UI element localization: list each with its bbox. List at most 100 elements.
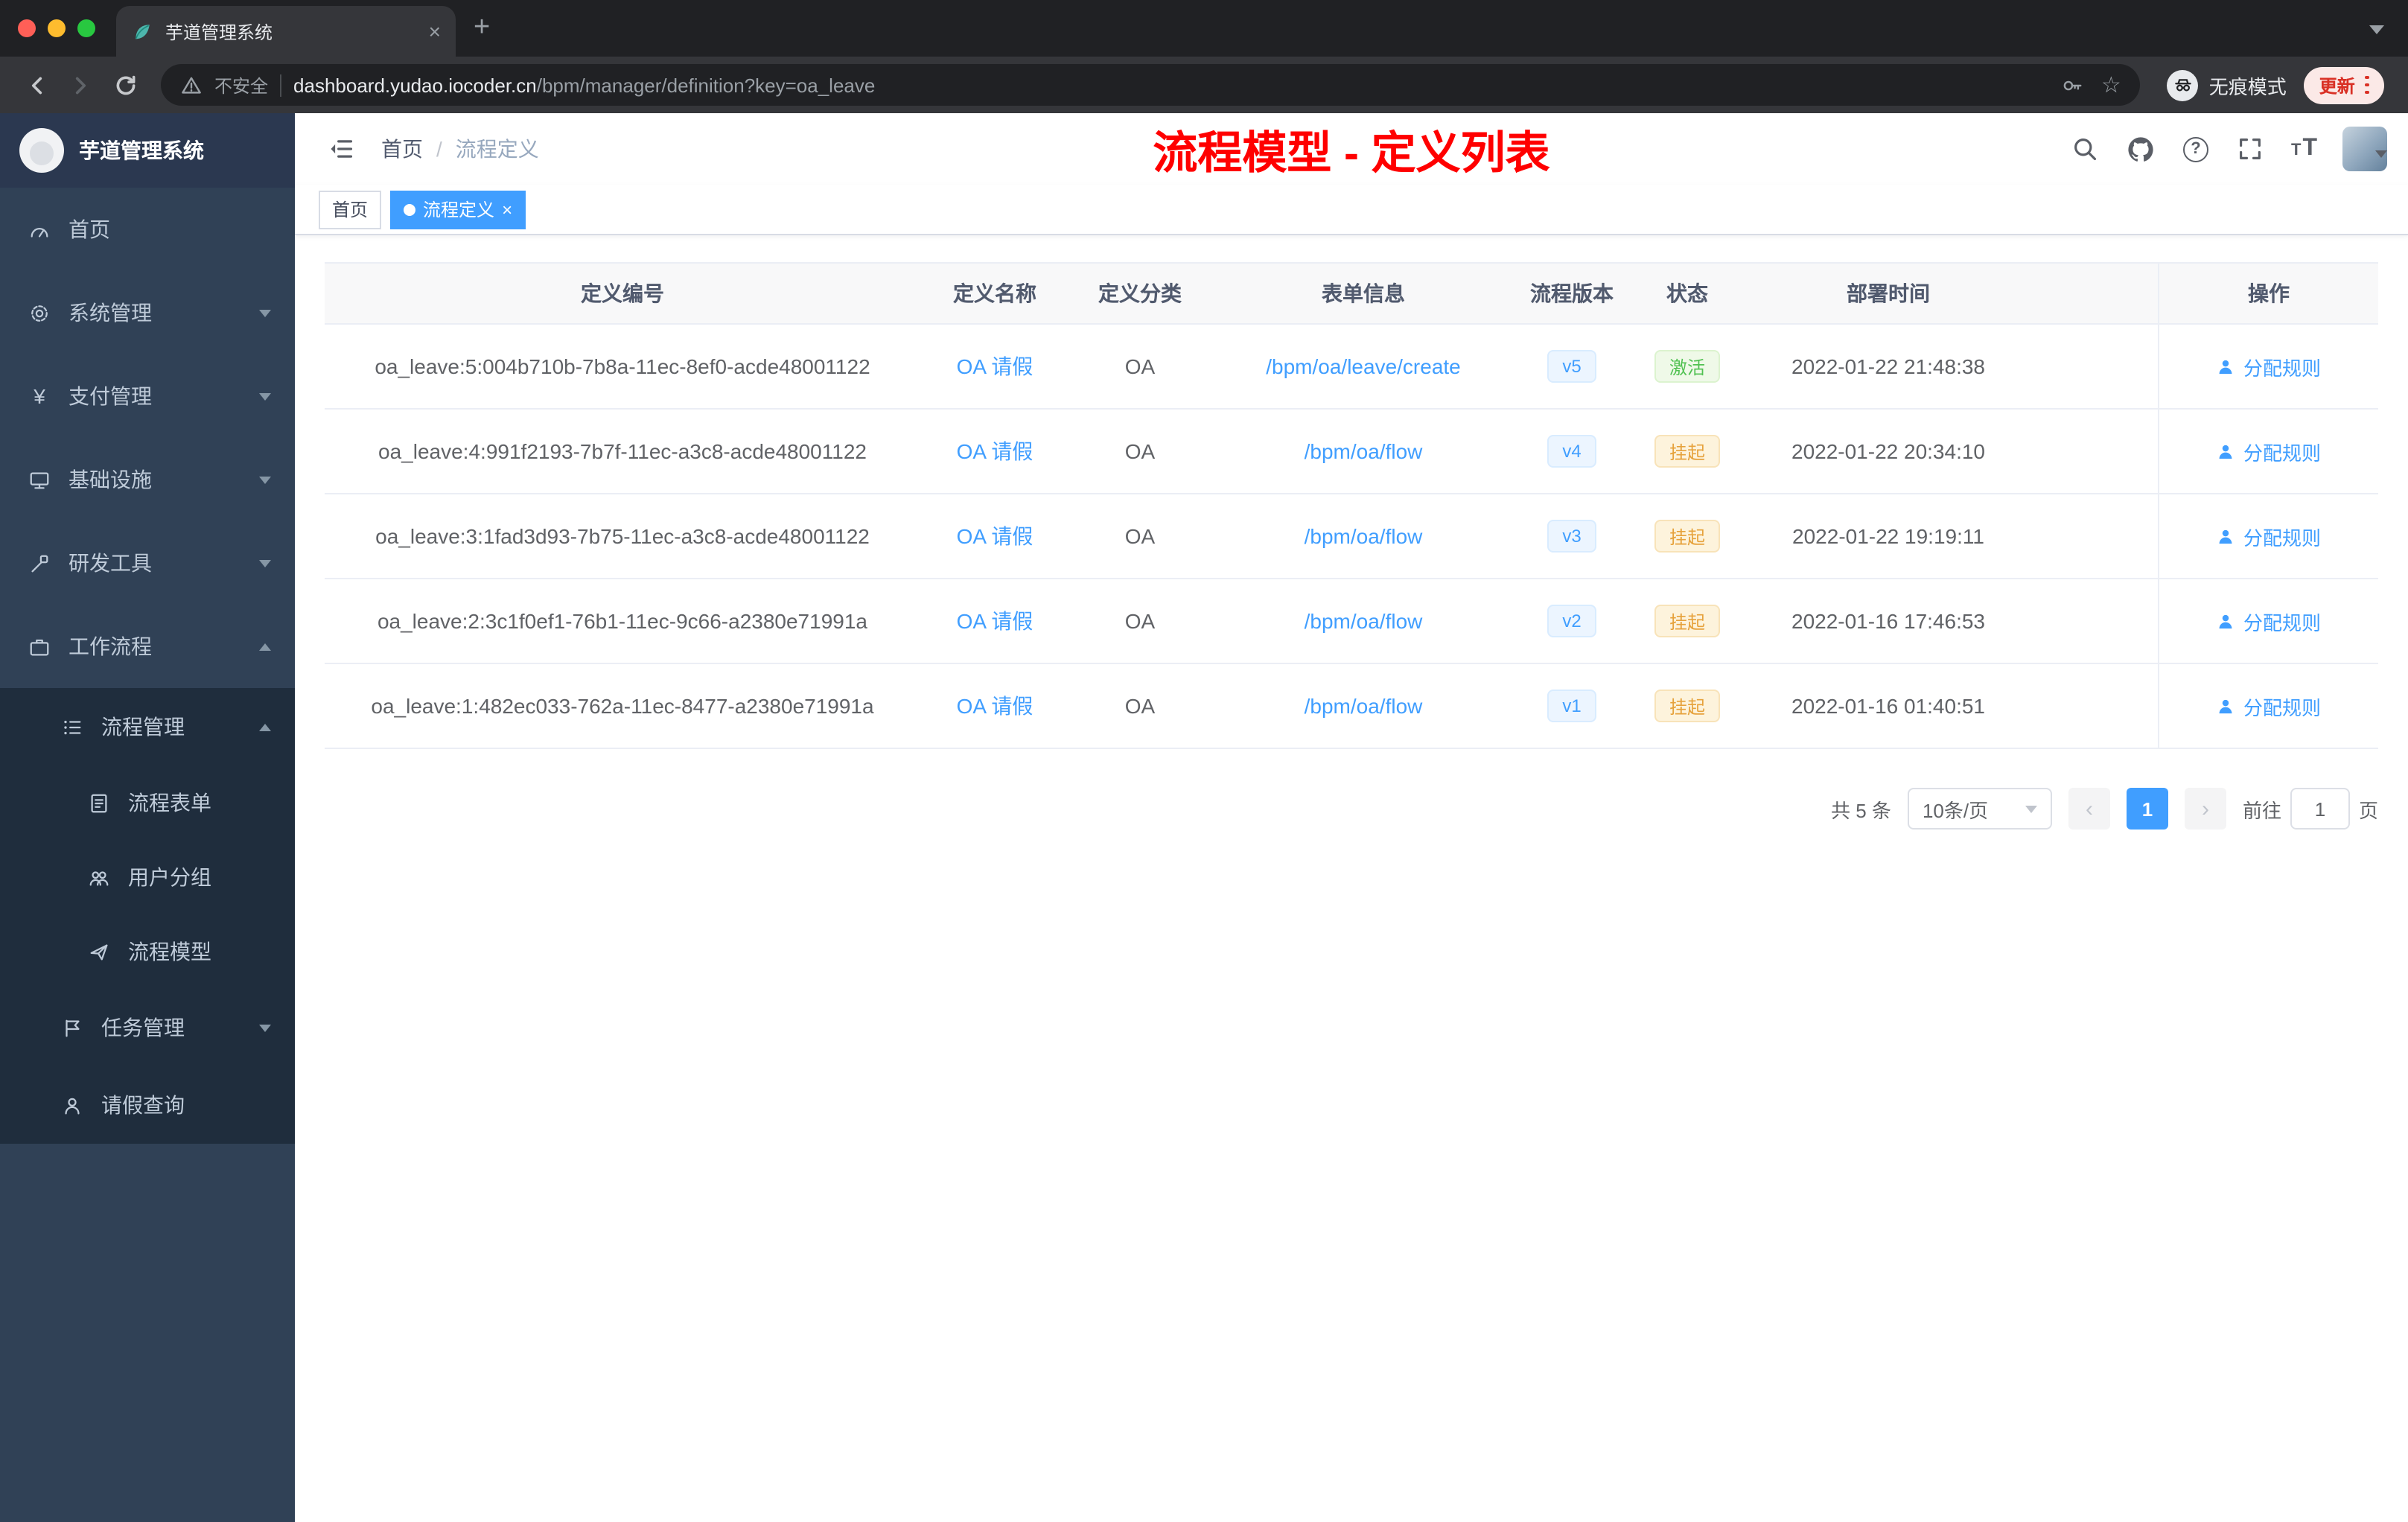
browser-update-button[interactable]: 更新 [2304,66,2384,104]
avatar[interactable] [2342,127,2387,171]
definition-id: oa_leave:4:991f2193-7b7f-11ec-a3c8-acde4… [378,439,867,463]
chevron-down-icon [259,309,271,316]
breadcrumb-home[interactable]: 首页 [381,134,423,164]
sidebar-item-home[interactable]: 首页 [0,188,295,271]
sidebar-item-leave-query[interactable]: 请假查询 [0,1066,295,1144]
definition-id: oa_leave:5:004b710b-7b8a-11ec-8ef0-acde4… [375,354,870,378]
definition-name-link[interactable]: OA 请假 [957,436,1033,466]
security-label: 不安全 [214,75,269,96]
chevron-up-icon [259,643,271,650]
navbar-actions: ? TT [2071,127,2387,171]
sidebar-logo[interactable]: 芋道管理系统 [0,113,295,188]
sidebar-item-user-group[interactable]: 用户分组 [0,840,295,914]
tab-search-chevron-icon[interactable] [2369,25,2384,34]
sidebar-submenu-workflow: 流程管理 流程表单 用户分组 流程模型 任务管理 请假查询 [0,688,295,1144]
user-icon [2220,529,2233,544]
assign-rule-button[interactable]: 分配规则 [2217,607,2321,635]
tag-close-icon[interactable]: × [502,199,512,220]
assign-rule-button[interactable]: 分配规则 [2217,352,2321,380]
version-badge: v1 [1547,690,1596,722]
user-menu[interactable] [2342,127,2387,171]
sidebar-item-dev-tools[interactable]: 研发工具 [0,521,295,605]
form-link[interactable]: /bpm/oa/flow [1305,524,1423,548]
column-header: 部署时间 [1847,281,1930,305]
sidebar-item-payment[interactable]: ¥ 支付管理 [0,354,295,438]
back-button[interactable] [15,64,57,106]
address-bar[interactable]: 不安全 dashboard.yudao.iocoder.cn/bpm/manag… [161,64,2141,106]
prev-page-button[interactable]: ‹ [2068,788,2110,830]
bookmark-star-icon[interactable]: ☆ [2101,71,2121,98]
chevron-down-icon [259,559,271,567]
key-icon[interactable] [2061,74,2083,96]
github-icon[interactable] [2126,134,2156,164]
top-navbar: 首页 / 流程定义 流程模型 - 定义列表 ? T T [295,113,2408,185]
column-header: 表单信息 [1322,281,1405,305]
update-label: 更新 [2319,75,2355,96]
tags-view-bar: 首页 流程定义 × [295,185,2408,235]
column-header: 定义分类 [1098,281,1182,305]
fullscreen-icon[interactable] [2236,134,2266,164]
sidebar: 芋道管理系统 首页 系统管理 ¥ 支付管理 基础设施 研发工具 工作流程 流程管… [0,113,295,1522]
column-header: 操作 [2158,264,2378,323]
sidebar-item-process-form[interactable]: 流程表单 [0,765,295,840]
sidebar-item-system[interactable]: 系统管理 [0,271,295,354]
form-link[interactable]: /bpm/oa/flow [1305,609,1423,633]
goto-page-input[interactable] [2290,788,2350,830]
page-size-select[interactable]: 10条/页 [1907,788,2052,830]
new-tab-button[interactable]: + [474,12,490,45]
sidebar-item-process-model[interactable]: 流程模型 [0,914,295,989]
window-zoom-button[interactable] [77,19,95,37]
sidebar-item-label: 请假查询 [101,1093,185,1117]
form-link[interactable]: /bpm/oa/flow [1305,439,1423,463]
definition-category: OA [1124,439,1156,463]
definition-name-link[interactable]: OA 请假 [957,606,1033,636]
sidebar-item-workflow[interactable]: 工作流程 [0,605,295,688]
sidebar-item-label: 流程管理 [101,715,185,739]
incognito-badge: 无痕模式 [2167,69,2287,101]
not-secure-warning-icon [182,76,201,93]
user-icon [2220,614,2233,628]
definition-name-link[interactable]: OA 请假 [957,521,1033,551]
definition-name-link[interactable]: OA 请假 [957,691,1033,721]
chevron-down-icon [259,1024,271,1031]
window-close-button[interactable] [18,19,36,37]
search-icon[interactable] [2071,134,2100,164]
user-icon [2220,698,2233,713]
sidebar-item-label: 基础设施 [69,468,152,491]
assign-rule-button[interactable]: 分配规则 [2217,522,2321,550]
user-icon [60,1094,85,1116]
definition-category: OA [1124,694,1156,718]
help-icon[interactable]: ? [2181,134,2211,164]
table-filler [2030,410,2158,493]
tag-label: 首页 [332,200,369,220]
table-filler [2030,494,2158,578]
form-link[interactable]: /bpm/oa/flow [1305,694,1423,718]
window-minimize-button[interactable] [48,19,66,37]
reload-button[interactable] [104,64,146,106]
goto-unit-label: 页 [2358,799,2378,821]
definition-category: OA [1124,609,1156,633]
assign-rule-button[interactable]: 分配规则 [2217,692,2321,720]
page-content: 定义编号 定义名称 定义分类 表单信息 流程版本 状态 部署时间 操作 oa_l… [295,235,2408,1522]
assign-rule-button[interactable]: 分配规则 [2217,437,2321,465]
sidebar-item-process-management[interactable]: 流程管理 [0,688,295,765]
sidebar-collapse-icon[interactable] [316,124,366,174]
font-size-icon[interactable]: TT [2291,136,2317,162]
monitor-icon [27,468,52,491]
definition-id: oa_leave:1:482ec033-762a-11ec-8477-a2380… [371,694,874,718]
page-number-button[interactable]: 1 [2126,788,2168,830]
dashboard-icon [27,218,52,241]
sidebar-item-task-management[interactable]: 任务管理 [0,989,295,1066]
definition-name-link[interactable]: OA 请假 [957,351,1033,381]
sidebar-item-infrastructure[interactable]: 基础设施 [0,438,295,521]
tab-close-icon[interactable]: × [429,19,441,43]
browser-menu-icon[interactable] [2365,75,2369,95]
forward-button[interactable] [60,64,101,106]
tag-process-definition[interactable]: 流程定义 × [390,190,526,229]
tag-home[interactable]: 首页 [319,190,382,229]
incognito-icon [2167,69,2199,101]
people-icon [86,866,112,888]
browser-tab[interactable]: 芋道管理系统 × [116,6,456,57]
form-link[interactable]: /bpm/oa/leave/create [1266,354,1461,378]
next-page-button[interactable]: › [2184,788,2226,830]
